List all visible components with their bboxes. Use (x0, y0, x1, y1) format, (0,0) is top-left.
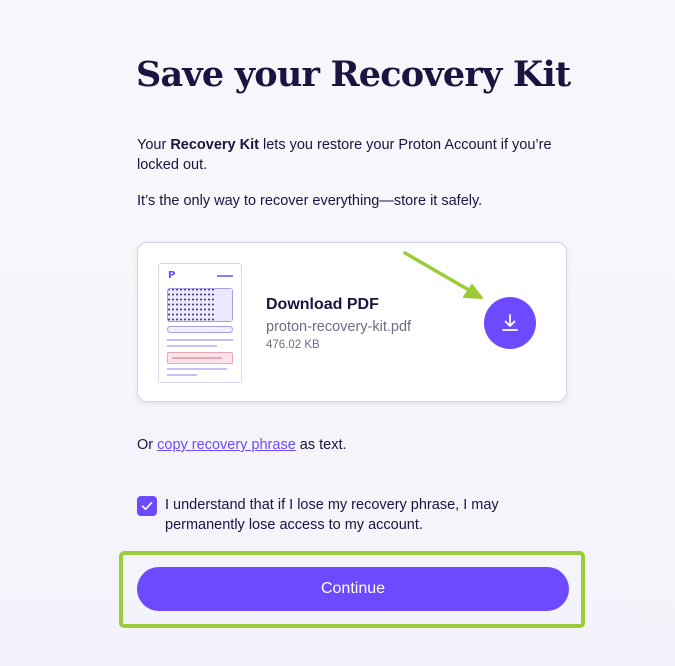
or-prefix: Or (137, 437, 158, 453)
intro-prefix: Your (137, 137, 171, 153)
continue-button[interactable]: Continue (137, 567, 569, 611)
thumbnail-header-line (217, 275, 233, 277)
recovery-kit-card: P Download PDF proton-recovery-kit.pdf 4… (137, 242, 567, 402)
annotation-arrow-icon (403, 251, 483, 299)
thumbnail-phrase-box (167, 288, 233, 322)
thumbnail-line (167, 374, 197, 376)
acknowledgement-label: I understand that if I lose my recovery … (165, 497, 499, 533)
download-pdf-button[interactable] (484, 297, 536, 349)
pdf-thumbnail: P (158, 263, 242, 383)
thumbnail-line (167, 345, 217, 347)
intro-text: Your Recovery Kit lets you restore your … (137, 135, 587, 175)
recovery-kit-page: Save your Recovery Kit Your Recovery Kit… (0, 0, 675, 666)
or-suffix: as text. (295, 437, 347, 453)
proton-logo-icon: P (168, 270, 176, 281)
download-icon (502, 314, 518, 331)
thumbnail-line (167, 339, 233, 341)
thumbnail-warning-box (167, 352, 233, 364)
thumbnail-pill (167, 326, 233, 333)
checkmark-icon (141, 502, 153, 510)
copy-recovery-phrase-link[interactable]: copy recovery phrase (157, 437, 296, 453)
intro-bold: Recovery Kit (170, 137, 259, 153)
alternative-option: Or copy recovery phrase as text. (137, 437, 347, 453)
thumbnail-line (167, 368, 227, 370)
download-pdf-heading: Download PDF (266, 296, 379, 313)
pdf-file-size: 476.02 KB (266, 339, 320, 351)
acknowledgement-checkbox[interactable] (137, 496, 157, 516)
pdf-filename: proton-recovery-kit.pdf (266, 319, 412, 335)
safety-note: It’s the only way to recover everything—… (137, 193, 483, 209)
page-title: Save your Recovery Kit (136, 54, 571, 95)
